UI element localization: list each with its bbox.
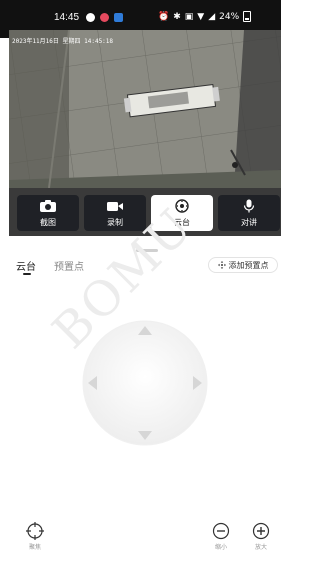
screenshot-button[interactable]: 截图	[17, 195, 79, 231]
camera-icon	[40, 200, 56, 212]
camera-scene	[9, 30, 281, 188]
alarm-icon: ⏰	[158, 11, 170, 22]
minus-circle-icon	[212, 522, 230, 540]
zoom-in-label: 放大	[254, 544, 267, 551]
add-preset-button[interactable]: 添加预置点	[208, 257, 278, 273]
app-icon	[100, 13, 109, 22]
move-icon	[217, 261, 226, 269]
focus-target-icon	[26, 522, 44, 540]
zoom-in-button[interactable]: 放大	[249, 522, 273, 562]
camera-video-feed[interactable]: 2023年11月16日 星期四 14:45:18	[9, 30, 281, 188]
bluetooth-icon: ✱	[173, 11, 181, 22]
add-preset-label: 添加预置点	[228, 260, 269, 270]
wifi-icon: ▼	[197, 11, 205, 22]
tab-presets[interactable]: 预置点	[54, 258, 84, 273]
microphone-icon	[243, 199, 255, 213]
nfc-icon: ▣	[184, 11, 194, 22]
focus-label: 聚焦	[28, 544, 41, 551]
ptz-direction-pad[interactable]	[80, 320, 210, 448]
battery-icon	[243, 11, 252, 22]
intercom-button[interactable]: 对讲	[218, 195, 280, 231]
signal-icon: ◢	[208, 11, 216, 22]
zoom-out-label: 缩小	[214, 544, 227, 551]
battery-label: 24%	[219, 11, 240, 22]
status-time: 14:45	[54, 12, 80, 23]
screenshot-label: 截图	[40, 218, 56, 227]
tab-ptz[interactable]: 云台	[16, 258, 36, 273]
intercom-label: 对讲	[241, 218, 257, 227]
plus-circle-icon	[252, 522, 270, 540]
notification-icon	[86, 13, 95, 22]
app-icon	[114, 13, 123, 22]
status-icons: ⏰ ✱ ▣ ▼ ◢ 24%	[158, 11, 252, 22]
tab-active-indicator	[23, 273, 31, 275]
video-camera-icon	[107, 202, 123, 211]
video-osd-timestamp: 2023年11月16日 星期四 14:45:18	[12, 38, 114, 45]
zoom-out-button[interactable]: 缩小	[209, 522, 233, 562]
focus-button[interactable]: 聚焦	[23, 522, 47, 562]
